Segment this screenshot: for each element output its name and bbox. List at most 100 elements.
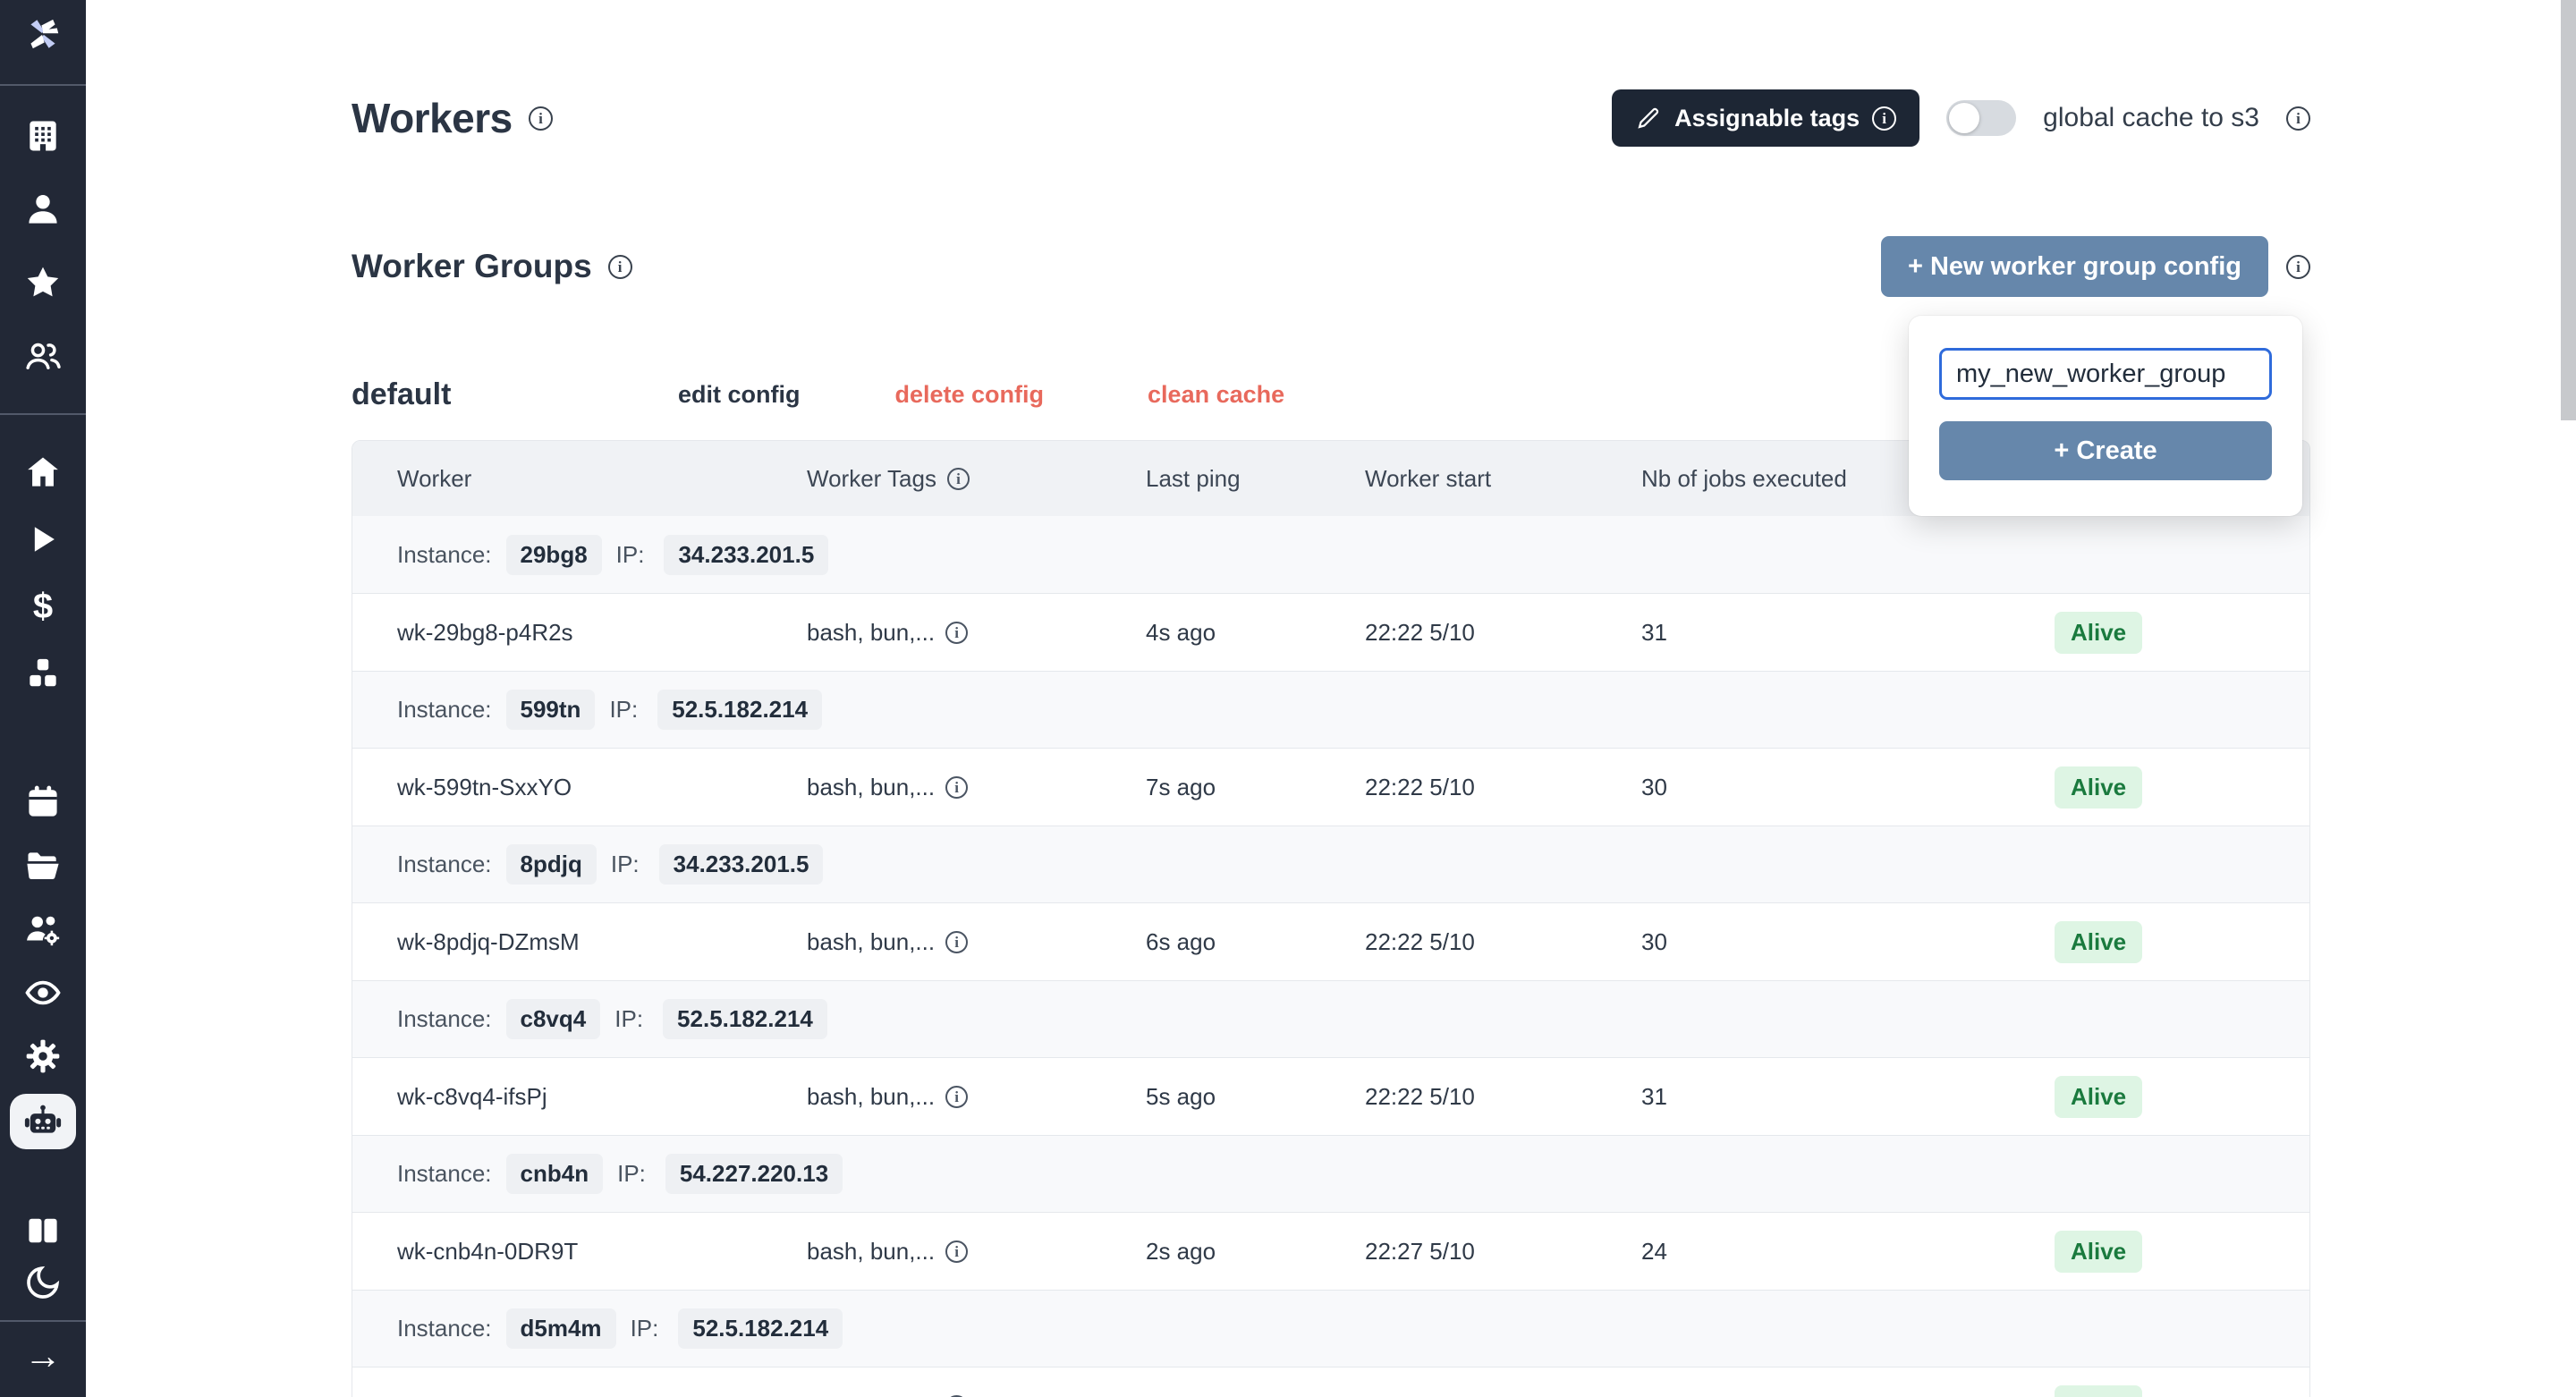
- instance-row: Instance: cnb4n IP: 54.227.220.13: [352, 1135, 2309, 1212]
- ip-badge: 34.233.201.5: [664, 535, 828, 575]
- jobs-executed: 24: [1641, 1238, 2055, 1266]
- home-icon[interactable]: [21, 451, 64, 494]
- groups-icon[interactable]: [21, 334, 64, 377]
- ip-label: IP:: [609, 696, 638, 724]
- user-icon[interactable]: [21, 188, 64, 231]
- new-worker-group-popup: + Create: [1909, 316, 2302, 516]
- worker-row-partial: wk-d5m4m-... bash, bun,... 5s ago 22:22 …: [352, 1367, 2309, 1397]
- sidebar-divider: [0, 1320, 86, 1322]
- clean-cache-link[interactable]: clean cache: [1148, 381, 1284, 409]
- status-badge: Alive: [2055, 921, 2142, 963]
- global-cache-toggle[interactable]: [1946, 100, 2016, 136]
- status-badge: Alive: [2055, 1231, 2142, 1273]
- ip-badge: 54.227.220.13: [665, 1154, 843, 1194]
- instance-id-badge: c8vq4: [506, 999, 601, 1039]
- col-last-ping: Last ping: [1146, 465, 1365, 493]
- page-title: Workers: [352, 94, 513, 142]
- instance-id-badge: 29bg8: [506, 535, 602, 575]
- tags-info-icon[interactable]: [945, 931, 968, 953]
- group-name: default: [352, 377, 678, 412]
- main-area: Workers Assignable tags global cache to …: [86, 0, 2576, 1397]
- tags-info-icon[interactable]: [945, 1240, 968, 1263]
- runs-play-icon[interactable]: [21, 518, 64, 561]
- ip-badge: 52.5.182.214: [663, 999, 827, 1039]
- ip-label: IP:: [631, 1315, 659, 1342]
- instance-label: Instance:: [397, 1315, 492, 1342]
- schedules-calendar-icon[interactable]: [21, 781, 64, 824]
- worker-row: wk-c8vq4-ifsPj bash, bun,... 5s ago 22:2…: [352, 1057, 2309, 1135]
- workspace-icon[interactable]: [21, 114, 64, 157]
- instance-id-badge: cnb4n: [506, 1154, 604, 1194]
- instance-id-badge: 599tn: [506, 690, 596, 730]
- worker-row: wk-cnb4n-0DR9T bash, bun,... 2s ago 22:2…: [352, 1212, 2309, 1290]
- tags-info-icon[interactable]: [945, 776, 968, 799]
- worker-row: wk-8pdjq-DZmsM bash, bun,... 6s ago 22:2…: [352, 902, 2309, 980]
- col-worker-tags-label: Worker Tags: [807, 465, 936, 493]
- status-badge: Alive: [2055, 1385, 2142, 1397]
- worker-tags-info-icon[interactable]: [947, 468, 970, 490]
- settings-gear-icon[interactable]: [21, 1035, 64, 1078]
- worker-tags: bash, bun,...: [807, 619, 935, 647]
- ip-badge: 52.5.182.214: [678, 1308, 843, 1349]
- tags-info-icon[interactable]: [945, 622, 968, 644]
- jobs-executed: 30: [1641, 774, 2055, 801]
- worker-tags: bash, bun,...: [807, 928, 935, 956]
- assignable-tags-button[interactable]: Assignable tags: [1612, 89, 1919, 147]
- groups-admin-icon[interactable]: [21, 908, 64, 951]
- worker-tags: bash, bun,...: [807, 1393, 935, 1397]
- ip-label: IP:: [616, 541, 645, 569]
- instance-id-badge: 8pdjq: [506, 844, 597, 885]
- worker-tags: bash, bun,...: [807, 1083, 935, 1111]
- expand-arrow-icon[interactable]: →: [21, 1334, 64, 1377]
- edit-config-link[interactable]: edit config: [678, 381, 801, 409]
- worker-name: wk-c8vq4-ifsPj: [397, 1083, 807, 1111]
- pencil-icon: [1635, 105, 1662, 131]
- worker-start: 22:22 5/10: [1365, 1393, 1641, 1397]
- assignable-tags-label: Assignable tags: [1674, 105, 1860, 132]
- worker-name: wk-d5m4m-...: [397, 1393, 807, 1397]
- instance-row: Instance: 599tn IP: 52.5.182.214: [352, 671, 2309, 748]
- worker-start: 22:22 5/10: [1365, 928, 1641, 956]
- docs-book-icon[interactable]: [21, 1209, 64, 1252]
- last-ping: 5s ago: [1146, 1083, 1365, 1111]
- ip-label: IP:: [614, 1005, 643, 1033]
- last-ping: 2s ago: [1146, 1238, 1365, 1266]
- create-button[interactable]: + Create: [1939, 421, 2272, 480]
- worker-row: wk-599tn-SxxYO bash, bun,... 7s ago 22:2…: [352, 748, 2309, 826]
- worker-row: wk-29bg8-p4R2s bash, bun,... 4s ago 22:2…: [352, 593, 2309, 671]
- worker-start: 22:22 5/10: [1365, 774, 1641, 801]
- workers-robot-icon-active[interactable]: [10, 1094, 76, 1149]
- vertical-scrollbar[interactable]: [2561, 0, 2576, 420]
- assignable-tags-info-icon[interactable]: [1872, 106, 1896, 131]
- worker-name: wk-599tn-SxxYO: [397, 774, 807, 801]
- sidebar-divider: [0, 413, 86, 415]
- last-ping: 4s ago: [1146, 619, 1365, 647]
- new-worker-group-config-button[interactable]: + New worker group config: [1881, 236, 2268, 297]
- workers-table: Worker Worker Tags Last ping Worker star…: [352, 440, 2310, 1397]
- global-cache-info-icon[interactable]: [2286, 106, 2310, 131]
- worker-group-name-input[interactable]: [1939, 348, 2272, 400]
- folders-icon[interactable]: [21, 844, 64, 887]
- sidebar: $ →: [0, 0, 86, 1397]
- worker-name: wk-cnb4n-0DR9T: [397, 1238, 807, 1266]
- new-config-info-icon[interactable]: [2286, 255, 2310, 279]
- worker-name: wk-29bg8-p4R2s: [397, 619, 807, 647]
- dark-mode-moon-icon[interactable]: [21, 1261, 64, 1304]
- col-worker-tags: Worker Tags: [807, 465, 1146, 493]
- resources-cubes-icon[interactable]: [21, 652, 64, 695]
- workers-info-icon[interactable]: [529, 106, 553, 131]
- windmill-logo-icon[interactable]: [21, 13, 64, 55]
- variables-dollar-icon[interactable]: $: [21, 585, 64, 628]
- star-icon[interactable]: [21, 261, 64, 304]
- audit-eye-icon[interactable]: [21, 971, 64, 1014]
- worker-groups-info-icon[interactable]: [608, 255, 632, 279]
- instance-label: Instance:: [397, 696, 492, 724]
- worker-start: 22:22 5/10: [1365, 619, 1641, 647]
- delete-config-link[interactable]: delete config: [895, 381, 1045, 409]
- sidebar-divider: [0, 84, 86, 86]
- global-cache-label: global cache to s3: [2043, 103, 2259, 133]
- tags-info-icon[interactable]: [945, 1086, 968, 1108]
- instance-row: Instance: 8pdjq IP: 34.233.201.5: [352, 826, 2309, 902]
- last-ping: 6s ago: [1146, 928, 1365, 956]
- ip-label: IP:: [611, 851, 640, 878]
